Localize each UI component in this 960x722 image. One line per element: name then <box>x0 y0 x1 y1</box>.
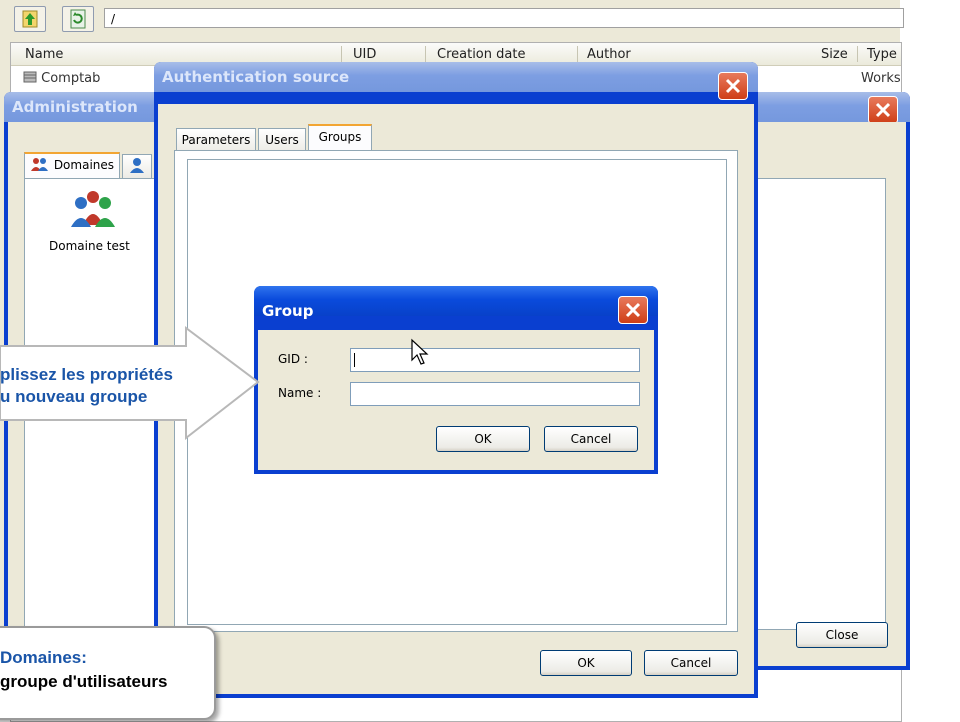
name-input[interactable] <box>350 382 640 406</box>
callout-line: plissez les propriétés <box>0 365 173 384</box>
column-header-uid[interactable]: UID <box>353 47 376 62</box>
tab-parameters[interactable]: Parameters <box>176 128 256 152</box>
close-window-button[interactable] <box>868 96 898 124</box>
column-header-author[interactable]: Author <box>587 47 631 62</box>
callout-box: Domaines: groupe d'utilisateurs <box>0 626 216 720</box>
group-dialog: Group GID : Name : OK Cancel <box>254 286 658 474</box>
cancel-button[interactable]: Cancel <box>544 426 638 452</box>
tab-groups[interactable]: Groups <box>308 124 372 151</box>
close-icon <box>625 302 641 318</box>
ok-button[interactable]: OK <box>436 426 530 452</box>
up-arrow-icon <box>22 10 38 28</box>
column-header-creation-date[interactable]: Creation date <box>437 47 525 62</box>
column-header-name[interactable]: Name <box>25 47 63 62</box>
parent-folder-button[interactable] <box>14 6 46 32</box>
tab-users[interactable] <box>122 154 152 178</box>
gid-input[interactable] <box>350 348 640 372</box>
ok-button[interactable]: OK <box>540 650 632 676</box>
close-window-button[interactable] <box>718 72 748 100</box>
mouse-pointer-icon <box>411 338 429 365</box>
text-cursor <box>354 353 355 367</box>
window-title: Group <box>262 302 314 320</box>
user-icon <box>130 158 144 173</box>
refresh-button[interactable] <box>62 6 94 32</box>
close-window-button[interactable] <box>618 296 648 324</box>
domain-item[interactable]: Domaine test <box>35 189 155 269</box>
column-divider <box>425 46 426 62</box>
list-item[interactable]: Comptab <box>23 71 100 86</box>
window-title: Authentication source <box>162 68 350 86</box>
domain-group-icon <box>71 191 115 227</box>
callout-line: u nouveau groupe <box>0 387 148 406</box>
callout-box-subtitle: groupe d'utilisateurs <box>0 672 168 691</box>
column-divider <box>857 46 858 62</box>
tab-domains[interactable]: Domaines <box>24 152 120 179</box>
group-body: GID : Name : OK Cancel <box>258 330 654 470</box>
arrow-callout-text: plissez les propriétés u nouveau groupe <box>0 364 173 408</box>
group-titlebar[interactable]: Group <box>254 286 658 324</box>
close-icon <box>725 78 741 94</box>
callout-box-title: Domaines: <box>0 648 87 667</box>
close-icon <box>875 102 891 118</box>
close-button[interactable]: Close <box>796 622 888 648</box>
cancel-button[interactable]: Cancel <box>644 650 738 676</box>
window-title: Administration <box>12 98 138 116</box>
column-header-type[interactable]: Type <box>867 47 897 62</box>
list-item-name: Comptab <box>41 71 101 86</box>
gid-label: GID : <box>278 352 308 366</box>
column-divider <box>341 46 342 62</box>
database-icon <box>23 71 37 83</box>
refresh-icon <box>70 9 86 29</box>
column-header-size[interactable]: Size <box>821 47 848 62</box>
name-label: Name : <box>278 386 322 400</box>
users-icon <box>30 158 48 171</box>
tab-label: Domaines <box>53 158 115 172</box>
path-input[interactable]: / <box>104 8 904 28</box>
domain-item-label: Domaine test <box>49 239 130 253</box>
column-divider <box>577 46 578 62</box>
tab-users[interactable]: Users <box>258 128 306 152</box>
list-item-type: Works <box>861 71 901 86</box>
authentication-titlebar[interactable]: Authentication source <box>154 62 758 100</box>
